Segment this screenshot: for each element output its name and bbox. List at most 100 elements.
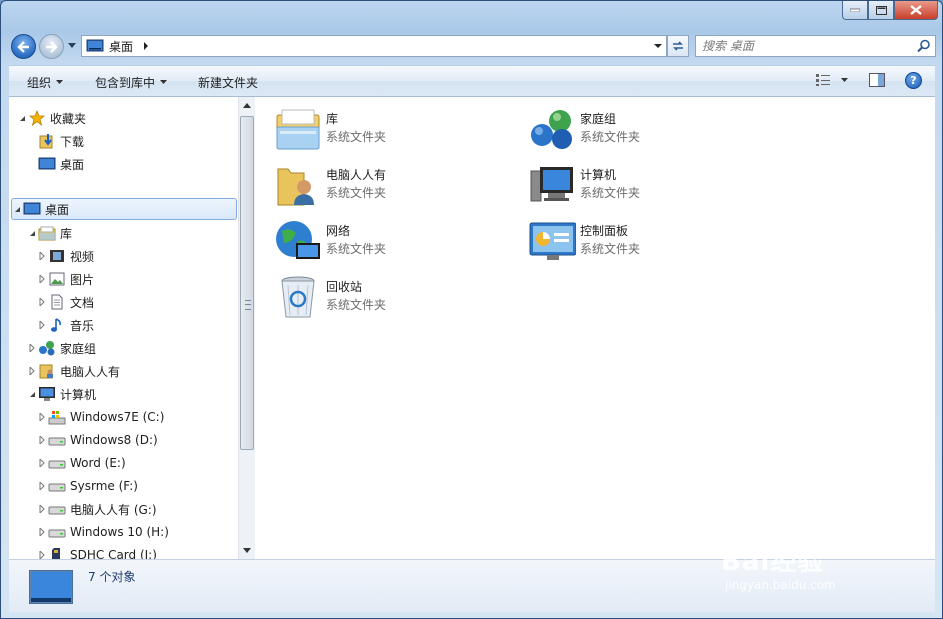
- tree-item-fav-desktop[interactable]: 桌面: [27, 153, 84, 175]
- expand-arrow-icon[interactable]: [37, 321, 47, 329]
- item-computer[interactable]: 计算机 系统文件夹: [527, 160, 767, 212]
- collapse-arrow-icon[interactable]: [27, 230, 37, 237]
- downloads-folder-icon: [38, 133, 56, 149]
- include-in-library-button[interactable]: 包含到库中: [95, 74, 168, 91]
- address-desktop-icon: [86, 39, 104, 53]
- back-button[interactable]: [11, 34, 36, 59]
- expand-arrow-icon[interactable]: [27, 367, 37, 375]
- picture-icon: [48, 271, 66, 287]
- help-button[interactable]: ?: [905, 72, 922, 89]
- collapse-arrow-icon[interactable]: [17, 115, 27, 122]
- item-name: 控制面板: [580, 224, 629, 238]
- tree-item-music[interactable]: 音乐: [37, 314, 94, 336]
- item-homegroup[interactable]: 家庭组 系统文件夹: [527, 104, 767, 156]
- explorer-window: 桌面 组织 包含到库中 新建文件夹: [0, 0, 943, 619]
- breadcrumb-arrow-icon[interactable]: [143, 42, 149, 50]
- tree-item-homegroup[interactable]: 家庭组: [27, 337, 96, 359]
- item-recycle-bin[interactable]: 回收站 系统文件夹: [273, 272, 513, 324]
- item-name: 电脑人人有: [326, 168, 387, 182]
- tree-item-drive[interactable]: Sysrme (F:): [37, 475, 138, 497]
- tree-item-libraries[interactable]: 库: [27, 222, 72, 244]
- tree-item-computer[interactable]: 计算机: [27, 383, 96, 405]
- close-button[interactable]: [894, 1, 938, 20]
- expand-arrow-icon[interactable]: [37, 482, 47, 490]
- recent-pages-dropdown-icon[interactable]: [67, 41, 77, 51]
- tree-item-downloads[interactable]: 下载: [27, 130, 84, 152]
- expand-arrow-icon[interactable]: [37, 436, 47, 444]
- search-input[interactable]: [702, 38, 902, 54]
- minimize-button[interactable]: [842, 1, 868, 20]
- chevron-down-icon: [841, 77, 848, 82]
- hard-drive-icon: [48, 432, 66, 448]
- tree-label: 图片: [70, 272, 95, 287]
- scroll-down-icon[interactable]: [243, 548, 251, 553]
- organize-button[interactable]: 组织: [27, 74, 64, 91]
- tree-item-drive[interactable]: Windows 10 (H:): [37, 521, 169, 543]
- navigation-pane-scrollbar[interactable]: [238, 97, 255, 559]
- system-drive-icon: [48, 409, 66, 425]
- new-folder-label: 新建文件夹: [198, 76, 259, 90]
- tree-label: Word (E:): [70, 456, 126, 470]
- item-name: 家庭组: [580, 112, 617, 126]
- preview-pane-button[interactable]: [869, 73, 885, 90]
- tree-item-drive[interactable]: 电脑人人有 (G:): [37, 498, 157, 520]
- scroll-up-icon[interactable]: [243, 103, 251, 108]
- search-icon[interactable]: [917, 39, 931, 53]
- collapse-arrow-icon[interactable]: [27, 391, 37, 398]
- computer-icon: [38, 386, 56, 402]
- expand-arrow-icon[interactable]: [37, 298, 47, 306]
- tree-label: 音乐: [70, 318, 95, 333]
- tree-item-drive[interactable]: Word (E:): [37, 452, 126, 474]
- search-box[interactable]: [695, 35, 936, 57]
- refresh-button[interactable]: [667, 35, 689, 57]
- new-folder-button[interactable]: 新建文件夹: [198, 74, 258, 91]
- maximize-button[interactable]: [868, 1, 894, 20]
- forward-arrow-icon: [46, 40, 58, 53]
- expand-arrow-icon[interactable]: [37, 505, 47, 513]
- expand-arrow-icon[interactable]: [27, 344, 37, 352]
- music-icon: [48, 317, 66, 333]
- expand-arrow-icon[interactable]: [37, 275, 47, 283]
- hard-drive-icon: [48, 524, 66, 540]
- item-name: 计算机: [580, 168, 617, 182]
- maximize-icon: [875, 5, 887, 15]
- libraries-icon: [38, 225, 56, 241]
- homegroup-icon: [38, 340, 56, 356]
- network-globe-icon: [273, 216, 323, 266]
- libraries-icon: [273, 104, 323, 154]
- chevron-down-icon: [56, 80, 64, 84]
- item-type: 系统文件夹: [326, 130, 387, 144]
- navigation-pane: 收藏夹 下载 桌面 桌面 库 视频 图片 文档 音乐 家庭组 电脑人人有 计算机…: [9, 97, 238, 559]
- address-segment[interactable]: 桌面: [109, 38, 133, 55]
- expand-arrow-icon[interactable]: [37, 252, 47, 260]
- tree-item-pictures[interactable]: 图片: [37, 268, 94, 290]
- tree-item-videos[interactable]: 视频: [37, 245, 94, 267]
- watermark-url: jingyan.baidu.com: [725, 578, 836, 592]
- item-network[interactable]: 网络 系统文件夹: [273, 216, 513, 268]
- navigation-bar: 桌面: [9, 33, 936, 61]
- tree-label: 文档: [70, 295, 95, 310]
- control-panel-icon: [527, 216, 577, 266]
- hard-drive-icon: [48, 478, 66, 494]
- tree-item-documents[interactable]: 文档: [37, 291, 94, 313]
- tree-item-drive[interactable]: Windows7E (C:): [37, 406, 164, 428]
- forward-button[interactable]: [39, 34, 64, 59]
- item-control-panel[interactable]: 控制面板 系统文件夹: [527, 216, 767, 268]
- address-bar[interactable]: 桌面: [81, 35, 667, 57]
- item-user-folder[interactable]: 电脑人人有 系统文件夹: [273, 160, 513, 212]
- tree-item-drive[interactable]: SDHC Card (I:): [37, 544, 157, 559]
- scrollbar-thumb[interactable]: [240, 116, 254, 450]
- item-libraries[interactable]: 库 系统文件夹: [273, 104, 513, 156]
- address-history-dropdown-icon[interactable]: [654, 43, 662, 49]
- tree-item-user[interactable]: 电脑人人有: [27, 360, 120, 382]
- expand-arrow-icon[interactable]: [37, 551, 47, 559]
- expand-arrow-icon[interactable]: [37, 413, 47, 421]
- tree-item-favorites[interactable]: 收藏夹: [17, 107, 86, 129]
- expand-arrow-icon[interactable]: [37, 459, 47, 467]
- tree-item-desktop[interactable]: 桌面: [11, 198, 237, 220]
- collapse-arrow-icon[interactable]: [12, 206, 22, 213]
- expand-arrow-icon[interactable]: [37, 528, 47, 536]
- tree-label: Sysrme (F:): [70, 479, 138, 493]
- change-view-button[interactable]: [815, 73, 848, 87]
- tree-item-drive[interactable]: Windows8 (D:): [37, 429, 158, 451]
